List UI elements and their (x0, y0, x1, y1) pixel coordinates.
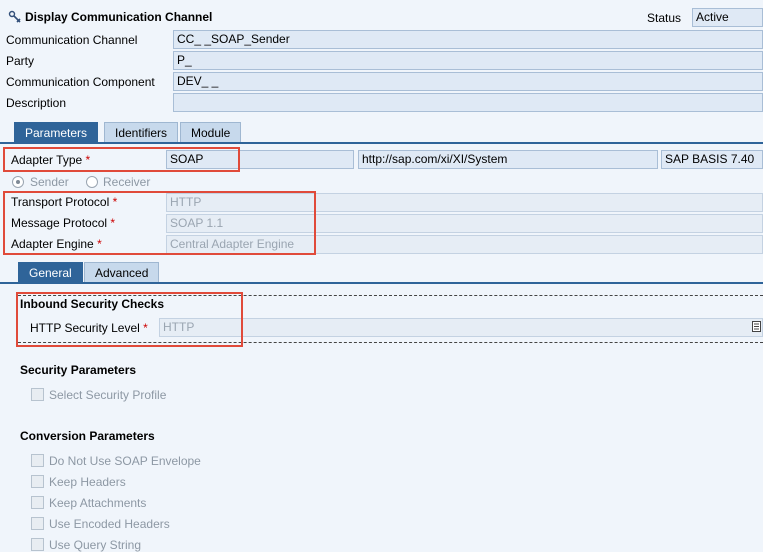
status-label: Status (647, 11, 682, 25)
transport-protocol-label: Transport Protocol * (11, 195, 118, 209)
party-label: Party (6, 54, 35, 68)
use-query-string-checkbox[interactable] (31, 538, 44, 551)
tab-parameters[interactable]: Parameters (14, 122, 99, 142)
message-protocol-label: Message Protocol * (11, 216, 116, 230)
channel-icon (8, 10, 21, 23)
receiver-label: Receiver (103, 175, 151, 189)
sender-radio[interactable] (12, 176, 24, 188)
channel-label: Communication Channel (6, 33, 138, 47)
value-help-icon[interactable] (752, 321, 761, 332)
description-field[interactable] (173, 93, 763, 112)
sub-tabstrip: General Advanced (0, 262, 763, 284)
channel-field[interactable]: CC_ _SOAP_Sender (173, 30, 763, 49)
page-title: Display Communication Channel (25, 10, 213, 24)
description-label: Description (6, 96, 67, 110)
security-parameters-title: Security Parameters (20, 363, 137, 377)
adapter-namespace-field[interactable]: http://sap.com/xi/XI/System (358, 150, 658, 169)
party-field[interactable]: P_ (173, 51, 763, 70)
adapter-release-field[interactable]: SAP BASIS 7.40 (661, 150, 763, 169)
receiver-radio[interactable] (86, 176, 98, 188)
use-query-string-label: Use Query String (49, 538, 142, 552)
main-tab-underline (0, 142, 763, 144)
select-security-profile-label: Select Security Profile (49, 388, 167, 402)
http-security-level-field[interactable]: HTTP (159, 318, 763, 337)
keep-attachments-label: Keep Attachments (49, 496, 147, 510)
use-encoded-headers-checkbox[interactable] (31, 517, 44, 530)
adapter-type-label: Adapter Type * (11, 153, 91, 167)
tab-advanced[interactable]: Advanced (84, 262, 160, 282)
message-protocol-field: SOAP 1.1 (166, 214, 763, 233)
status-field: Active (692, 8, 763, 27)
transport-protocol-field: HTTP (166, 193, 763, 212)
keep-headers-checkbox[interactable] (31, 475, 44, 488)
adapter-engine-label: Adapter Engine * (11, 237, 102, 251)
adapter-type-field[interactable]: SOAP (166, 150, 354, 169)
adapter-engine-field: Central Adapter Engine (166, 235, 763, 254)
use-encoded-headers-label: Use Encoded Headers (49, 517, 170, 531)
keep-attachments-checkbox[interactable] (31, 496, 44, 509)
http-security-level-label: HTTP Security Level * (30, 321, 148, 335)
main-tabstrip: Parameters Identifiers Module (0, 122, 763, 144)
component-field[interactable]: DEV_ _ (173, 72, 763, 91)
sender-label: Sender (30, 175, 69, 189)
do-not-use-soap-envelope-label: Do Not Use SOAP Envelope (49, 454, 201, 468)
component-label: Communication Component (6, 75, 155, 89)
tab-identifiers[interactable]: Identifiers (104, 122, 179, 142)
inbound-security-title: Inbound Security Checks (20, 297, 165, 311)
sub-tab-underline (0, 282, 763, 284)
keep-headers-label: Keep Headers (49, 475, 126, 489)
conversion-parameters-title: Conversion Parameters (20, 429, 155, 443)
tab-module[interactable]: Module (180, 122, 242, 142)
select-security-profile-checkbox[interactable] (31, 388, 44, 401)
do-not-use-soap-envelope-checkbox[interactable] (31, 454, 44, 467)
